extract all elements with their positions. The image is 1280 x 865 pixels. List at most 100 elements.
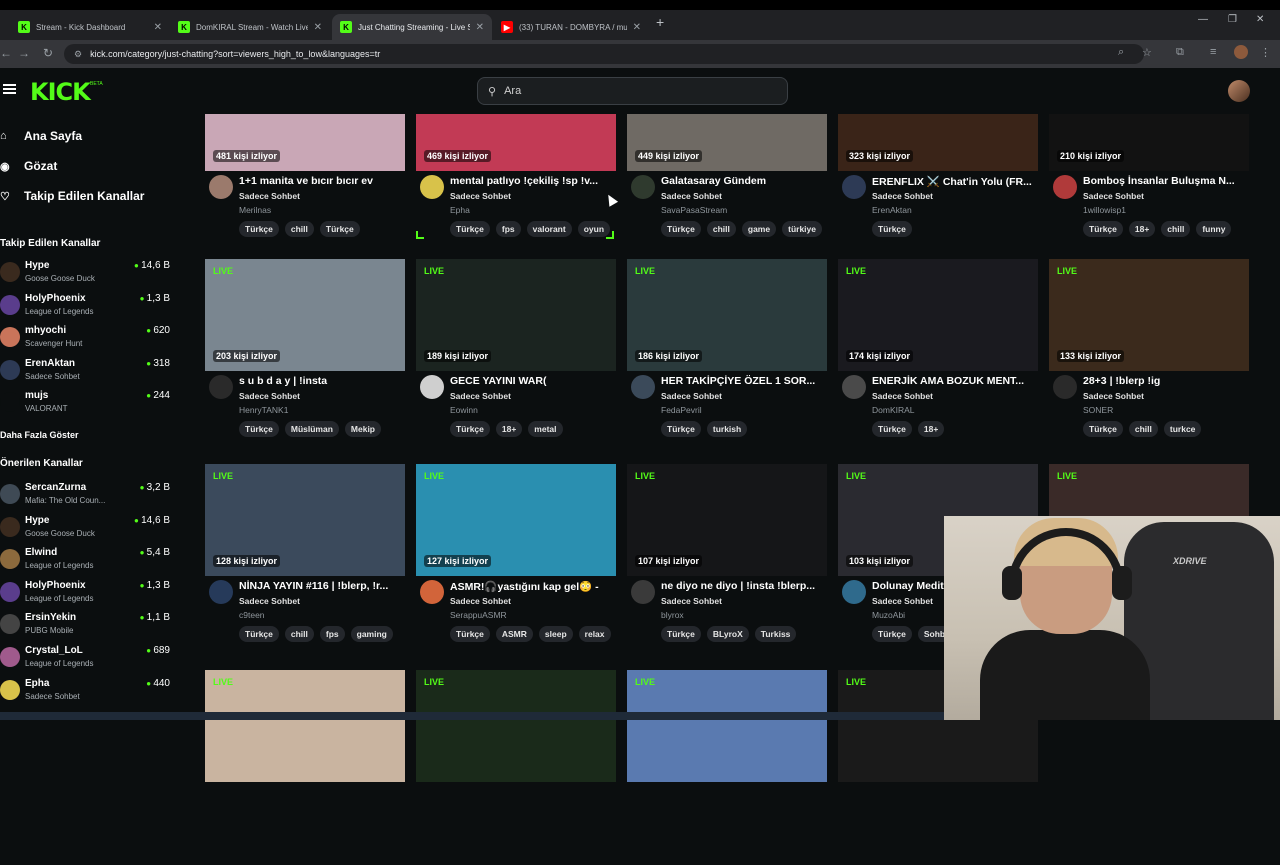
stream-thumbnail[interactable]: 323 kişi izliyor [838,114,1038,171]
stream-tag[interactable]: Türkçe [319,221,360,237]
bookmark-star-icon[interactable]: ☆ [1142,46,1152,59]
back-icon[interactable]: ← [0,46,12,60]
stream-thumbnail[interactable]: LIVE [416,670,616,782]
stream-tag[interactable]: Türkçe [661,626,701,642]
stream-tag[interactable]: chill [284,626,314,642]
streamer-avatar[interactable] [631,375,655,399]
stream-tag[interactable]: Türkçe [239,421,279,437]
zoom-icon[interactable]: ⌕ [1118,46,1124,59]
sidebar-channel[interactable]: Hype Goose Goose Duck 14,6 B [0,260,170,290]
stream-tag[interactable]: ASMR [495,626,533,642]
sidebar-channel[interactable]: HolyPhoenix League of Legends 1,3 B [0,293,170,323]
minimize-icon[interactable]: — [1198,14,1208,25]
streamer-avatar[interactable] [209,580,233,604]
stream-card[interactable]: LIVE 186 kişi izliyor HER TAKİPÇİYE ÖZEL 1… [627,259,827,454]
stream-title[interactable]: HER TAKİPÇİYE ÖZEL 1 SOR... [661,375,827,387]
stream-category[interactable]: Sadece Sohbet [239,596,300,606]
stream-title[interactable]: 28+3 | !blerp !ig [1083,375,1249,387]
browser-tab[interactable]: K Just Chatting Streaming - Live S ✕ [332,14,492,40]
stream-card[interactable]: MOLA 210 kişi izliyor Bomboş İnsanlar Bulu… [1049,59,1249,254]
stream-tag[interactable]: Türkçe [450,221,490,237]
kick-logo[interactable]: KICK [30,78,91,106]
streamer-name[interactable]: Merilnas [239,205,271,215]
stream-category[interactable]: Sadece Sohbet [450,191,511,201]
stream-tag[interactable]: chill [706,221,736,237]
stream-card[interactable]: LIVE [416,670,616,865]
streamer-avatar[interactable] [420,375,444,399]
stream-tag[interactable]: Türkçe [239,626,279,642]
stream-tag[interactable]: funny [1196,221,1232,237]
stream-category[interactable]: Sadece Sohbet [1083,391,1144,401]
tab-close-icon[interactable]: ✕ [476,22,484,33]
stream-card[interactable]: LIVE 128 kişi izliyor NİNJA YAYIN #116 | !… [205,464,405,659]
streamer-avatar[interactable] [420,580,444,604]
stream-tag[interactable]: turkce [1163,421,1202,437]
browser-tab[interactable]: K Stream - Kick Dashboard ✕ [10,14,170,40]
stream-thumbnail[interactable]: LIVE 174 kişi izliyor [838,259,1038,371]
streamer-avatar[interactable] [631,580,655,604]
stream-tag[interactable]: Türkçe [450,421,490,437]
stream-tag[interactable]: turkish [706,421,748,437]
stream-tag[interactable]: valorant [526,221,572,237]
stream-thumbnail[interactable]: LIVE 189 kişi izliyor [416,259,616,371]
browser-profile-avatar[interactable] [1234,45,1248,59]
stream-tag[interactable]: game [741,221,777,237]
sidebar-channel[interactable]: mhyochi Scavenger Hunt 620 [0,325,170,355]
sidebar-channel[interactable]: Epha Sadece Sohbet 440 [0,678,170,708]
stream-category[interactable]: Sadece Sohbet [661,596,722,606]
stream-tag[interactable]: 18+ [495,421,523,437]
stream-card[interactable]: 481 kişi izliyor 1+1 manita ve bıcır bıcı… [205,59,405,254]
new-tab-button[interactable]: + [656,14,664,30]
tab-close-icon[interactable]: ✕ [633,22,641,33]
stream-thumbnail[interactable]: LIVE 107 kişi izliyor [627,464,827,576]
streamer-name[interactable]: ErenAktan [872,205,912,215]
stream-title[interactable]: ASMR!🎧yastığını kap gel😳 - [450,580,616,593]
stream-tag[interactable]: metal [528,421,563,437]
stream-thumbnail[interactable]: LIVE 128 kişi izliyor [205,464,405,576]
sidebar-nav-item[interactable]: ♡ Takip Edilen Kanallar [0,189,144,203]
media-control-icon[interactable]: ≡ [1210,46,1216,58]
stream-tag[interactable]: Türkçe [1083,421,1123,437]
streamer-avatar[interactable] [842,580,866,604]
stream-tag[interactable]: Türkçe [872,221,912,237]
sidebar-channel[interactable]: Hype Goose Goose Duck 14,6 B [0,515,170,545]
stream-title[interactable]: ne diyo ne diyo | !insta !blerp... [661,580,827,592]
streamer-name[interactable]: FedaPevril [661,405,702,415]
stream-tag[interactable]: 18+ [1128,221,1156,237]
stream-card[interactable]: LIVE 174 kişi izliyor ENERJİK AMA BOZUK ME… [838,259,1038,454]
streamer-avatar[interactable] [209,375,233,399]
stream-tag[interactable]: Mekip [344,421,381,437]
stream-tag[interactable]: gaming [350,626,393,642]
maximize-icon[interactable]: ❐ [1228,14,1237,25]
stream-category[interactable]: Sadece Sohbet [661,391,722,401]
stream-category[interactable]: Sadece Sohbet [1083,191,1144,201]
stream-category[interactable]: Sadece Sohbet [450,391,511,401]
stream-tag[interactable]: Türkçe [1083,221,1123,237]
stream-card[interactable]: LIVE 107 kişi izliyor ne diyo ne diyo | !i… [627,464,827,659]
stream-tag[interactable]: Türkçe [661,221,701,237]
browser-tab[interactable]: K DomKIRAL Stream - Watch Live ✕ [170,14,330,40]
sidebar-nav-item[interactable]: ⌂ Ana Sayfa [0,129,82,143]
stream-tag[interactable]: Türkçe [450,626,490,642]
stream-thumbnail[interactable]: 469 kişi izliyor [416,114,616,171]
stream-tag[interactable]: türkiye [782,221,822,237]
stream-card[interactable]: 449 kişi izliyor Galatasaray Gündem Sadece… [627,59,827,254]
stream-tag[interactable]: Türkçe [872,421,912,437]
stream-thumbnail[interactable]: LIVE 127 kişi izliyor [416,464,616,576]
streamer-name[interactable]: 1willowisp1 [1083,205,1126,215]
streamer-name[interactable]: SONER [1083,405,1113,415]
stream-thumbnail[interactable]: 449 kişi izliyor [627,114,827,171]
stream-card[interactable]: 469 kişi izliyor mental patlıyo !çekiliş … [416,59,616,254]
sidebar-channel[interactable]: mujs VALORANT 244 [0,390,170,420]
stream-thumbnail[interactable]: 481 kişi izliyor [205,114,405,171]
browser-menu-icon[interactable]: ⋮ [1260,46,1271,59]
streamer-avatar[interactable] [631,175,655,199]
stream-tag[interactable]: chill [1161,221,1191,237]
stream-tag[interactable]: chill [284,221,314,237]
stream-tag[interactable]: Türkçe [661,421,701,437]
extensions-icon[interactable]: ⧉ [1176,46,1184,59]
streamer-name[interactable]: Epha [450,205,470,215]
streamer-name[interactable]: Eowinn [450,405,478,415]
stream-thumbnail[interactable]: LIVE 203 kişi izliyor [205,259,405,371]
stream-title[interactable]: ERENFLIX ⚔️ Chat'in Yolu (FR... [872,175,1038,188]
